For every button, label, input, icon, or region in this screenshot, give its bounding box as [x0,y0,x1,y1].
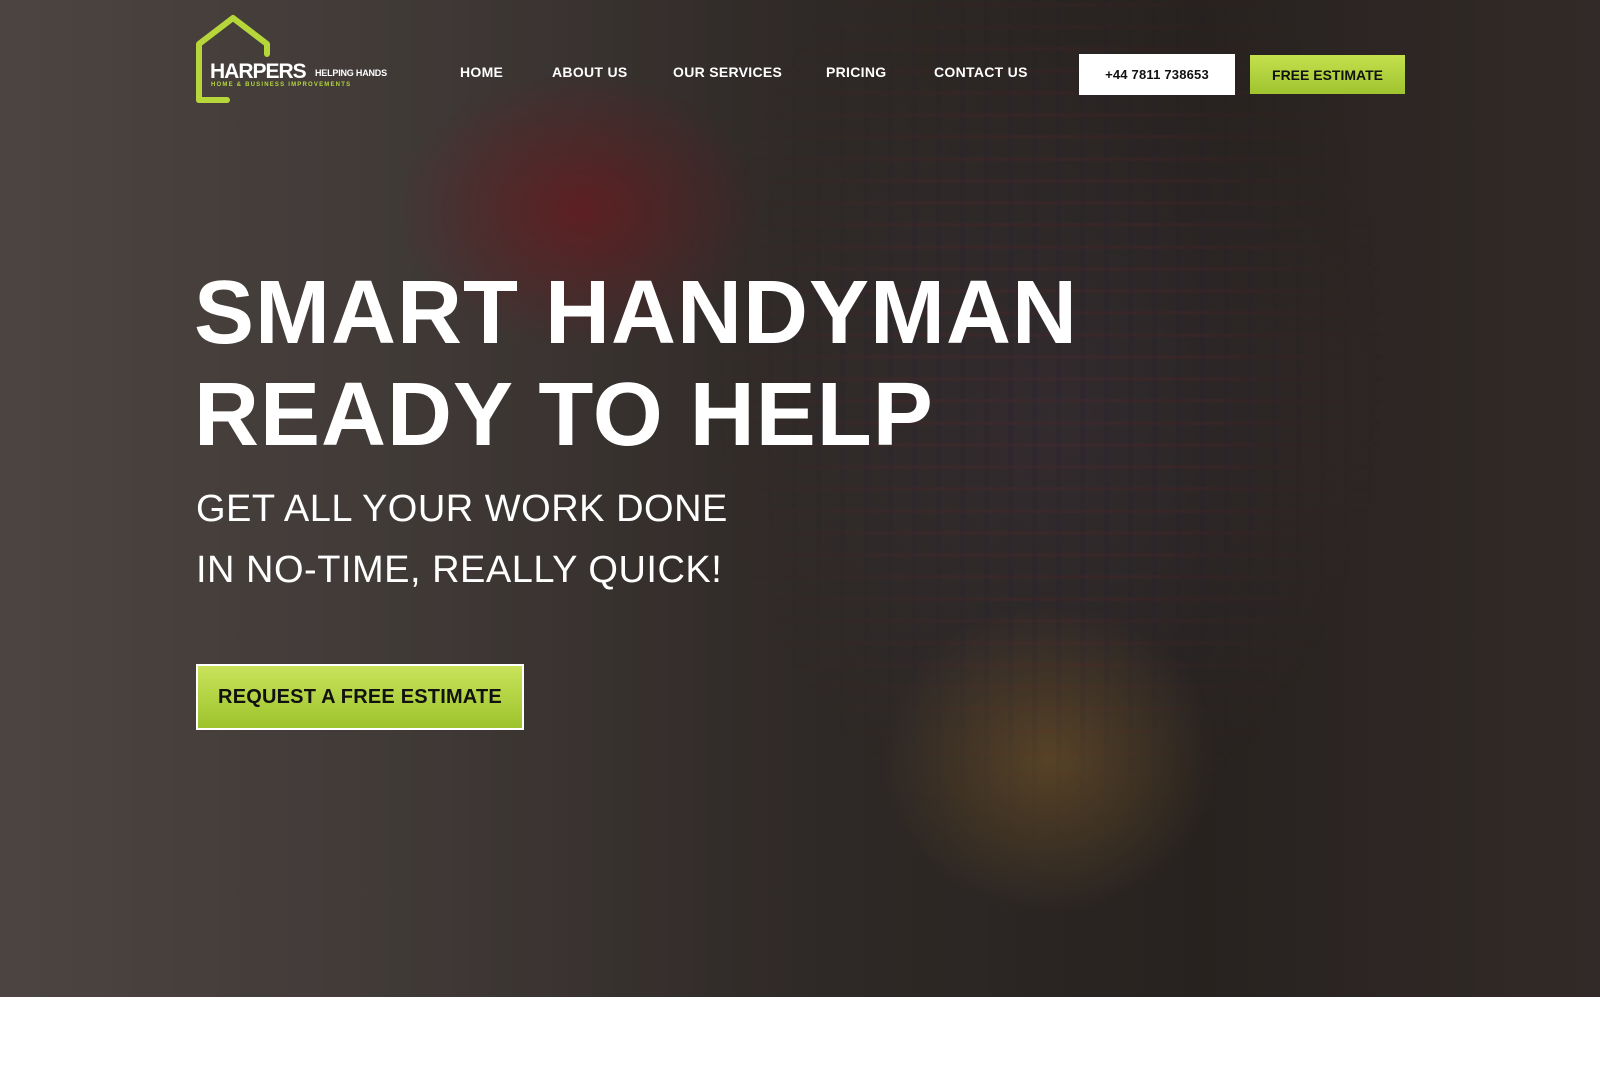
hero-section: HARPERS HELPING HANDS HOME & BUSINESS IM… [0,0,1600,997]
brand-name: HARPERS [210,60,307,83]
nav-item-home[interactable]: HOME [460,64,503,80]
nav-item-our-services[interactable]: OUR SERVICES [673,64,782,80]
hero-headline: SMART HANDYMAN READY TO HELP [194,262,1078,466]
nav-item-contact-us[interactable]: CONTACT US [934,64,1028,80]
hero-headline-line1: SMART HANDYMAN [194,263,1078,363]
nav-item-about-us[interactable]: ABOUT US [552,64,628,80]
phone-button[interactable]: +44 7811 738653 [1079,54,1235,95]
hero-subheadline-line1: GET ALL YOUR WORK DONE [196,488,728,530]
brand-logo[interactable]: HARPERS HELPING HANDS HOME & BUSINESS IM… [193,14,393,106]
hero-headline-line2: READY TO HELP [194,365,934,465]
free-estimate-button[interactable]: FREE ESTIMATE [1250,55,1405,94]
brand-tagline: HELPING HANDS [315,68,387,78]
nav-item-pricing[interactable]: PRICING [826,64,886,80]
request-estimate-button[interactable]: REQUEST A FREE ESTIMATE [196,664,524,730]
brand-subtitle: HOME & BUSINESS IMPROVEMENTS [211,82,352,88]
hero-subheadline-line2: IN NO-TIME, REALLY QUICK! [196,549,723,591]
